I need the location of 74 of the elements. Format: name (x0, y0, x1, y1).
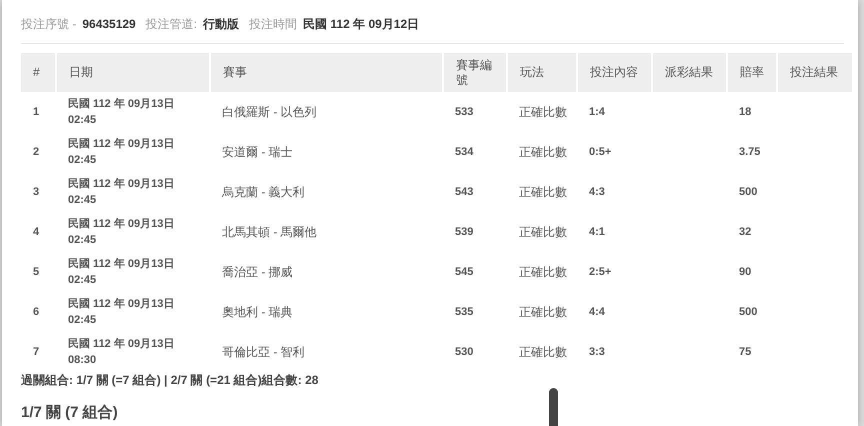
odds-value: 75 (739, 344, 752, 360)
match-name: 北馬其頓 - 馬爾他 (222, 224, 317, 241)
info-value: 行動版 (203, 16, 240, 33)
bet-type: 正確比數 (519, 184, 567, 201)
bet-pick: 0:5+ (589, 144, 612, 160)
bet-pick: 4:3 (589, 184, 605, 200)
odds-value: 18 (739, 104, 752, 120)
column-header: 投注結果 (777, 53, 852, 92)
bet-type: 正確比數 (519, 304, 567, 321)
match-number: 530 (455, 344, 474, 360)
section-heading: 1/7 關 (7 組合) (21, 404, 118, 422)
date-text: 民國 112 年 09月13日 (68, 336, 174, 352)
odds-value: 90 (739, 264, 752, 280)
bet-type: 正確比數 (519, 224, 567, 241)
match-name: 烏克蘭 - 義大利 (222, 184, 305, 201)
info-label: 投注時間 (249, 16, 298, 33)
match-name: 安道爾 - 瑞士 (222, 144, 293, 161)
match-name: 喬治亞 - 挪威 (222, 264, 293, 281)
info-label: 投注管道: (146, 16, 198, 33)
bet-type: 正確比數 (519, 344, 567, 361)
column-header: 日期 (56, 53, 210, 92)
date-text: 民國 112 年 09月13日 (68, 176, 174, 192)
odds-value: 500 (739, 304, 758, 320)
info-value: 民國 112 年 09月12日 (303, 16, 420, 33)
column-header: 賽事編號 (443, 53, 507, 92)
row-number: 4 (33, 224, 40, 240)
column-header: 投注內容 (577, 53, 652, 92)
column-header: 派彩結果 (652, 53, 727, 92)
column-header: 賠率 (727, 53, 777, 92)
row-number: 1 (33, 104, 40, 120)
match-number: 535 (455, 304, 474, 320)
odds-value: 3.75 (739, 144, 760, 160)
column-header: 玩法 (507, 53, 577, 92)
bet-type: 正確比數 (519, 104, 567, 121)
date-text: 民國 112 年 09月13日 (68, 136, 174, 152)
match-name: 白俄羅斯 - 以色列 (222, 104, 317, 121)
match-name: 哥倫比亞 - 智利 (222, 344, 305, 361)
time-text: 02:45 (68, 273, 96, 288)
combination-summary: 過關組合: 1/7 關 (=7 組合) | 2/7 關 (=21 組合)組合數: 28 (21, 372, 318, 388)
info-label: 投注序號 - (21, 16, 76, 33)
row-number: 2 (33, 144, 40, 160)
bet-pick: 4:4 (589, 304, 605, 320)
bet-pick: 1:4 (589, 104, 605, 120)
date-text: 民國 112 年 09月13日 (68, 96, 174, 112)
scroll-handle[interactable] (549, 388, 558, 426)
time-text: 02:45 (68, 153, 96, 168)
match-number: 543 (455, 184, 474, 200)
column-header: # (21, 53, 56, 92)
time-text: 02:45 (68, 313, 96, 328)
bet-pick: 2:5+ (589, 264, 612, 280)
match-number: 534 (455, 144, 474, 160)
date-text: 民國 112 年 09月13日 (68, 256, 174, 272)
row-number: 3 (33, 184, 40, 200)
column-header: 賽事 (210, 53, 443, 92)
match-number: 533 (455, 104, 474, 120)
time-text: 08:30 (68, 353, 96, 368)
match-number: 539 (455, 224, 474, 240)
row-number: 6 (33, 304, 40, 320)
match-name: 奧地利 - 瑞典 (222, 304, 293, 321)
bet-pick: 4:1 (589, 224, 605, 240)
row-number: 5 (33, 264, 40, 280)
match-number: 545 (455, 264, 474, 280)
time-text: 02:45 (68, 193, 96, 208)
bet-type: 正確比數 (519, 264, 567, 281)
row-number: 7 (33, 344, 40, 360)
date-text: 民國 112 年 09月13日 (68, 216, 174, 232)
info-value: 96435129 (82, 16, 136, 33)
time-text: 02:45 (68, 233, 96, 248)
bet-pick: 3:3 (589, 344, 605, 360)
bet-type: 正確比數 (519, 144, 567, 161)
time-text: 02:45 (68, 113, 96, 128)
odds-value: 32 (739, 224, 752, 240)
date-text: 民國 112 年 09月13日 (68, 296, 174, 312)
odds-value: 500 (739, 184, 758, 200)
